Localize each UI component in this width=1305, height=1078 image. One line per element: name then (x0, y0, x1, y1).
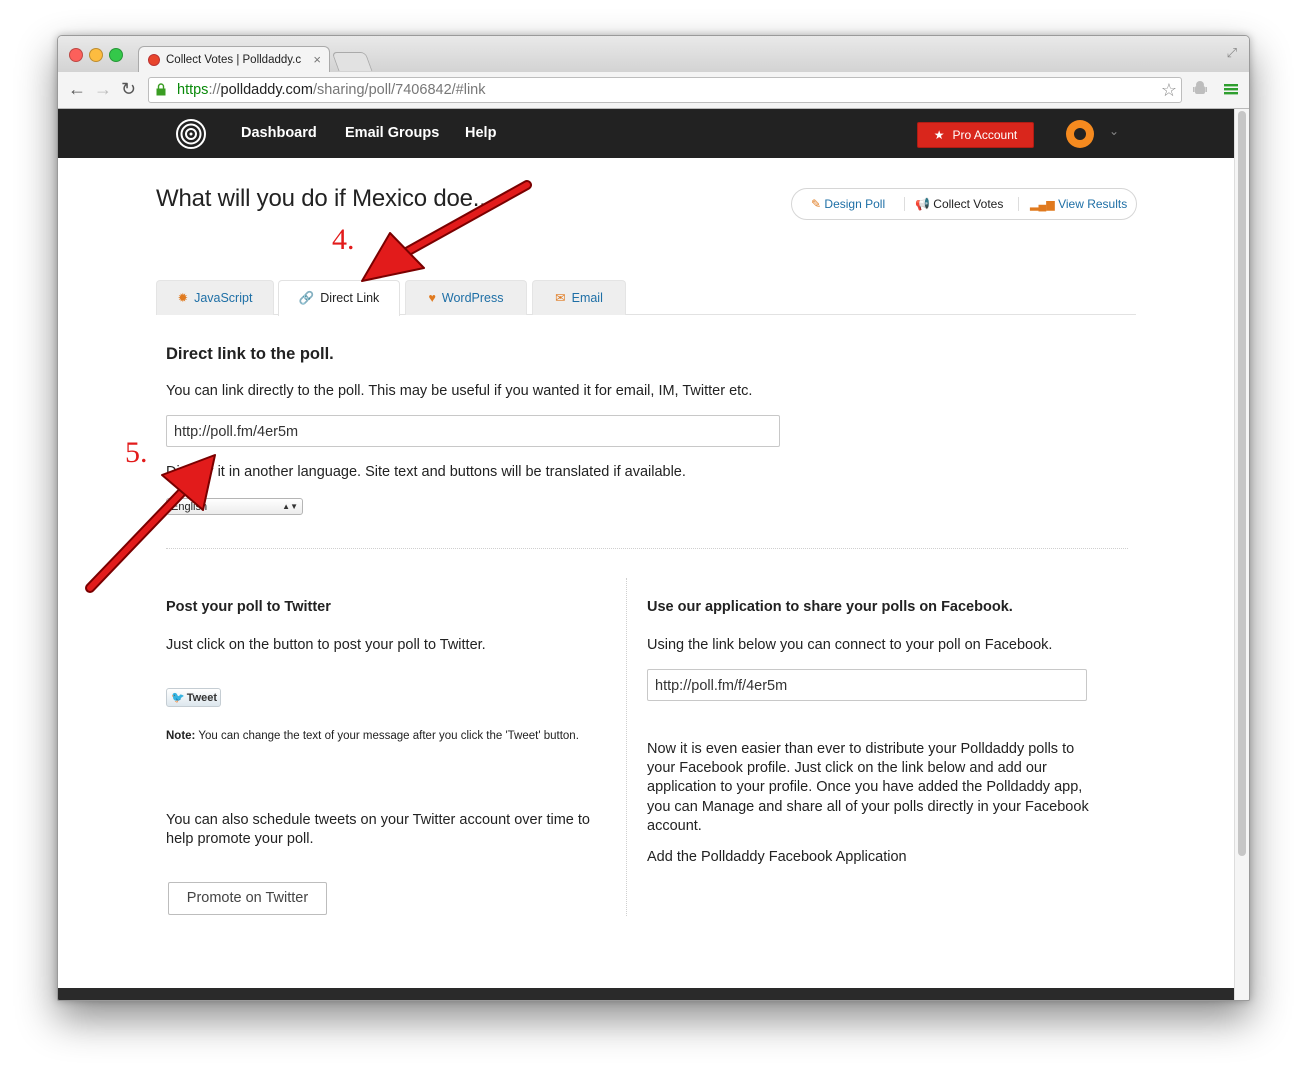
annotation-arrows (85, 180, 532, 593)
annotation-arrow-4 (361, 180, 532, 282)
annotation-arrow-5 (85, 454, 216, 593)
